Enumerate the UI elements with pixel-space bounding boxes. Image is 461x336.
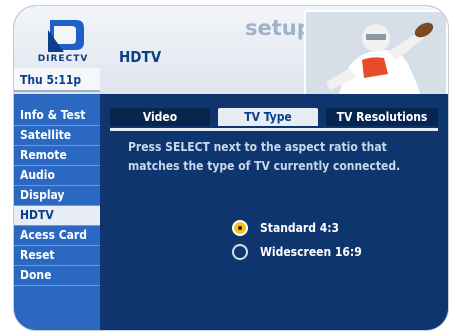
tv-screen: DIRECTV setup HDTV Thu 5:11p Info & Test…	[14, 6, 448, 330]
radio-selected-icon[interactable]	[232, 220, 248, 236]
instruction-text: Press SELECT next to the aspect ratio th…	[128, 140, 401, 173]
page-title: HDTV	[119, 48, 162, 66]
sidebar-item-info-test[interactable]: Info & Test	[14, 106, 100, 126]
header-bar: DIRECTV setup HDTV Thu 5:11p	[14, 6, 448, 106]
option-standard[interactable]: Standard 4:3	[232, 220, 412, 244]
radio-unselected-icon[interactable]	[232, 244, 248, 260]
brand-name: DIRECTV	[37, 54, 89, 64]
sidebar-item-reset[interactable]: Reset	[14, 246, 100, 266]
sidebar-item-audio[interactable]: Audio	[14, 166, 100, 186]
option-label: Widescreen 16:9	[260, 245, 362, 259]
tab-video[interactable]: Video	[110, 108, 210, 126]
sidebar-item-display[interactable]: Display	[14, 186, 100, 206]
main-panel: Video TV Type TV Resolutions Press SELEC…	[100, 94, 448, 330]
sidebar-menu: Info & Test Satellite Remote Audio Displ…	[14, 106, 100, 286]
option-label: Standard 4:3	[260, 221, 340, 235]
option-widescreen[interactable]: Widescreen 16:9	[232, 244, 412, 268]
sidebar-item-remote[interactable]: Remote	[14, 146, 100, 166]
sidebar-item-satellite[interactable]: Satellite	[14, 126, 100, 146]
tab-underline	[110, 128, 438, 131]
tab-tv-type[interactable]: TV Type	[218, 108, 318, 126]
section-title: setup	[245, 16, 312, 40]
directv-cyclone-icon	[48, 20, 84, 52]
clock: Thu 5:11p	[14, 68, 100, 92]
sidebar-item-done[interactable]: Done	[14, 266, 100, 286]
football-player-image	[304, 10, 448, 106]
sidebar-item-hdtv[interactable]: HDTV	[14, 206, 100, 226]
tab-tv-resolutions[interactable]: TV Resolutions	[326, 108, 438, 126]
directv-logo: DIRECTV	[24, 16, 102, 68]
sidebar-item-access-card[interactable]: Acess Card	[14, 226, 100, 246]
